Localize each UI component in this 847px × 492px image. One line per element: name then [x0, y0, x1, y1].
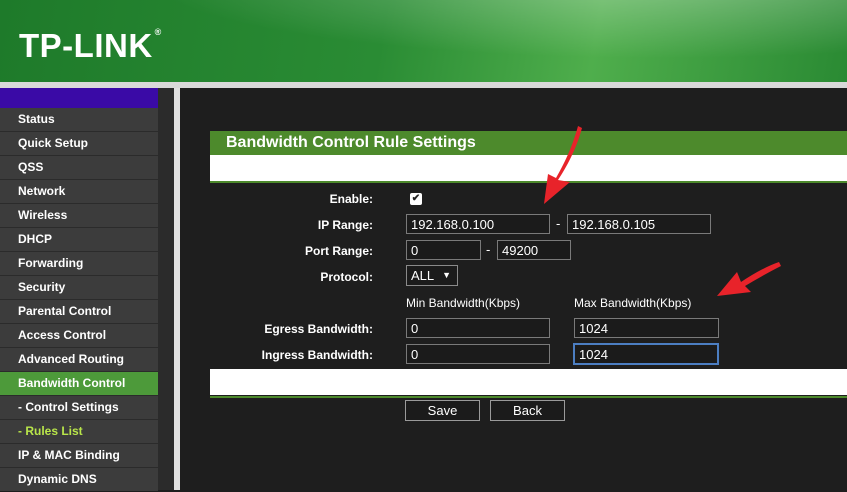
ip-range-start-input[interactable]	[406, 214, 550, 234]
enable-label: Enable:	[329, 192, 373, 206]
ip-range-label: IP Range:	[317, 218, 373, 232]
sidebar-item-advanced-routing[interactable]: Advanced Routing	[0, 348, 158, 371]
footer-spacer-band	[210, 369, 847, 395]
ingress-max-input[interactable]	[573, 343, 719, 365]
save-button[interactable]: Save	[405, 400, 480, 421]
sidebar-item-forwarding[interactable]: Forwarding	[0, 252, 158, 275]
max-bandwidth-header: Max Bandwidth(Kbps)	[574, 296, 692, 310]
footer-separator-line	[210, 396, 847, 398]
sidebar-item-ip-mac-binding[interactable]: IP & MAC Binding	[0, 444, 158, 467]
chevron-down-icon: ▼	[442, 270, 451, 280]
sidebar-item-status[interactable]: Status	[0, 108, 158, 131]
sidebar-item-security[interactable]: Security	[0, 276, 158, 299]
egress-min-input[interactable]	[406, 318, 550, 338]
trademark-symbol: ®	[154, 27, 162, 37]
tp-link-logo: TP-LINK ®	[19, 27, 162, 65]
sidebar-menu: Status Quick Setup QSS Network Wireless …	[0, 108, 158, 492]
sidebar-subitem-control-settings[interactable]: - Control Settings	[0, 396, 158, 419]
header-banner: TP-LINK ®	[0, 0, 847, 82]
annotation-arrow-max-bandwidth	[717, 262, 781, 296]
back-button[interactable]: Back	[490, 400, 565, 421]
page-title: Bandwidth Control Rule Settings	[210, 131, 847, 155]
sidebar-item-network[interactable]: Network	[0, 180, 158, 203]
port-range-start-input[interactable]	[406, 240, 481, 260]
egress-bandwidth-label: Egress Bandwidth:	[264, 322, 373, 336]
sidebar-top-bar	[0, 88, 158, 108]
egress-max-input[interactable]	[574, 318, 719, 338]
header-separator-line	[210, 181, 847, 183]
port-range-separator: -	[486, 242, 491, 257]
sidebar-item-dynamic-dns[interactable]: Dynamic DNS	[0, 468, 158, 491]
sidebar: Status Quick Setup QSS Network Wireless …	[0, 88, 174, 492]
ip-range-separator: -	[556, 216, 561, 231]
ingress-bandwidth-label: Ingress Bandwidth:	[261, 348, 373, 362]
ip-range-end-input[interactable]	[567, 214, 711, 234]
protocol-selected-value: ALL	[411, 268, 435, 283]
protocol-label: Protocol:	[320, 270, 373, 284]
sidebar-item-quick-setup[interactable]: Quick Setup	[0, 132, 158, 155]
logo-text: TP-LINK	[19, 27, 153, 64]
ingress-min-input[interactable]	[406, 344, 550, 364]
sidebar-item-wireless[interactable]: Wireless	[0, 204, 158, 227]
protocol-select[interactable]: ALL ▼	[406, 265, 458, 286]
port-range-end-input[interactable]	[497, 240, 571, 260]
min-bandwidth-header: Min Bandwidth(Kbps)	[406, 296, 521, 310]
sidebar-item-dhcp[interactable]: DHCP	[0, 228, 158, 251]
annotation-arrow-ip-range	[544, 126, 582, 204]
sidebar-subitem-rules-list[interactable]: - Rules List	[0, 420, 158, 443]
sidebar-item-qss[interactable]: QSS	[0, 156, 158, 179]
sidebar-item-parental-control[interactable]: Parental Control	[0, 300, 158, 323]
enable-checkbox[interactable]: ✔	[410, 193, 422, 205]
sidebar-item-access-control[interactable]: Access Control	[0, 324, 158, 347]
sidebar-item-bandwidth-control[interactable]: Bandwidth Control	[0, 372, 158, 395]
header-spacer-band	[210, 155, 847, 181]
port-range-label: Port Range:	[304, 244, 373, 258]
